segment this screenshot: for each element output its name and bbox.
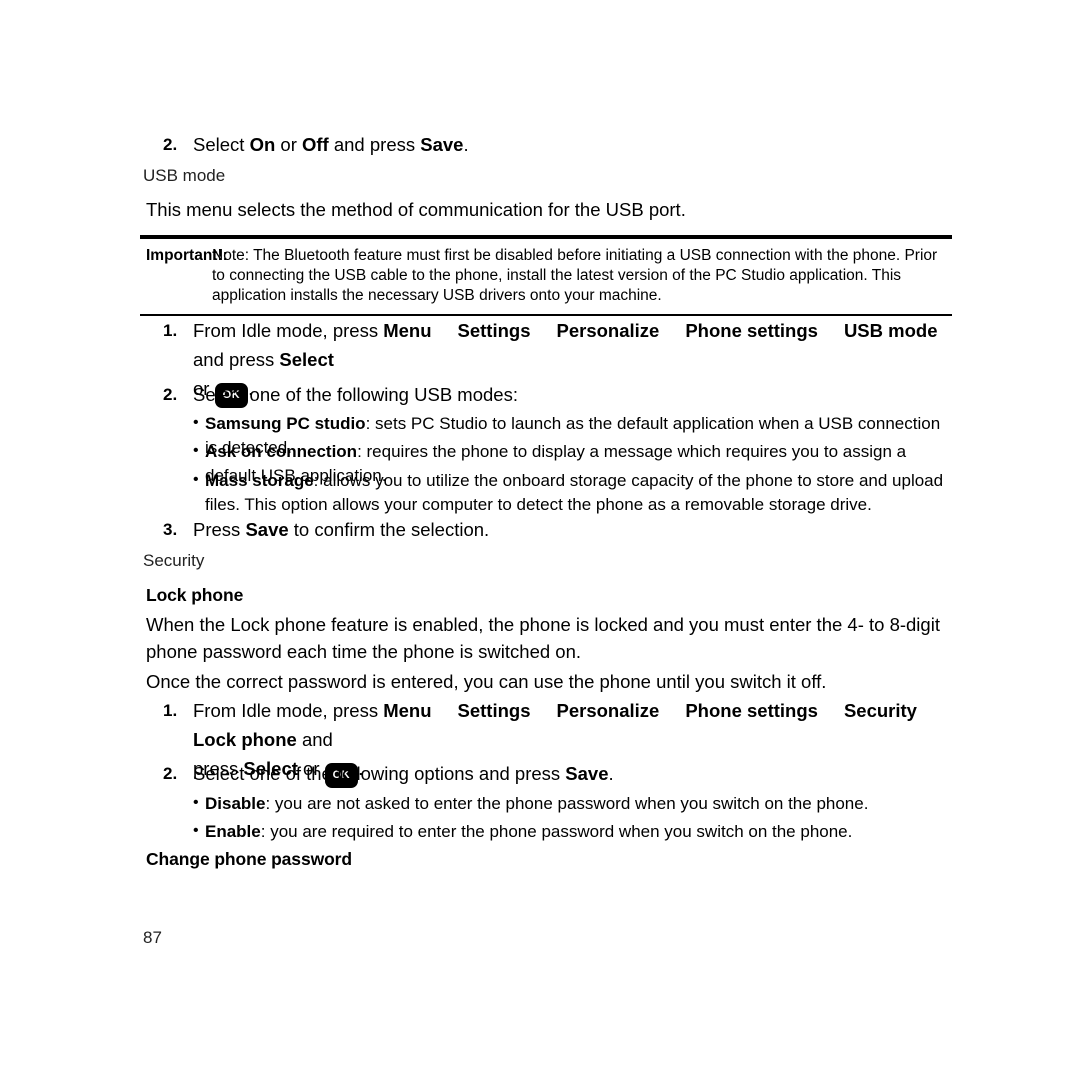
breadcrumb-personalize: Personalize — [556, 700, 660, 721]
document-page: 2. Select On or Off and press Save. USB … — [0, 0, 1080, 1080]
step-text: Select one of the following options and … — [193, 763, 614, 784]
breadcrumb-phone-settings: Phone settings — [685, 700, 818, 721]
option-name-disable: Disable — [205, 794, 266, 813]
breadcrumb-phone-settings: Phone settings — [685, 320, 818, 341]
step-text-mid2: and press — [328, 134, 421, 155]
breadcrumb-lock-phone: Lock phone — [193, 729, 297, 750]
option-description: : you are not asked to enter the phone p… — [265, 794, 869, 813]
breadcrumb-security: Security — [843, 700, 917, 721]
step-text: Select one of the following USB modes: — [193, 384, 518, 405]
step-number: 2. — [163, 385, 178, 404]
bold-off: Off — [302, 134, 329, 155]
breadcrumb-personalize: Personalize — [556, 320, 660, 341]
step-select-usb-mode: 2. Select one of the following USB modes… — [0, 380, 1080, 409]
breadcrumb-menu: Menu — [383, 320, 432, 341]
mode-name-samsung-pc-studio: Samsung PC studio — [205, 414, 366, 433]
step-select-option-save: 2. Select one of the following options a… — [0, 759, 1080, 788]
list-item: • Enable: you are required to enter the … — [0, 820, 1080, 844]
mode-name-mass-storage: Mass storage — [205, 471, 314, 490]
bullet-icon: • — [193, 471, 199, 488]
bold-save: Save — [420, 134, 464, 155]
lock-phone-paragraph-1: When the Lock phone feature is enabled, … — [146, 614, 940, 662]
step-text-pre: Select — [193, 134, 250, 155]
subsection-label-security: Security — [143, 551, 205, 570]
bullet-icon: • — [193, 442, 199, 459]
step-after-crumbs: and — [296, 729, 333, 750]
important-note-box: Important!: Note: The Bluetooth feature … — [140, 235, 952, 316]
breadcrumb-settings: Settings — [457, 320, 531, 341]
step-press-save: 3. Press Save to confirm the selection. — [0, 515, 1080, 544]
step-text: Select On or Off and press Save. — [193, 134, 469, 155]
note-body: Note: The Bluetooth feature must first b… — [212, 247, 938, 304]
step-text: Press Save to confirm the selection. — [193, 519, 489, 540]
breadcrumb-menu: Menu — [383, 700, 432, 721]
step-text-pre: Press — [193, 519, 246, 540]
step-lead-text: From Idle mode, press — [193, 320, 384, 341]
step-lead-text: From Idle mode, press — [193, 700, 384, 721]
step-text-post: to confirm the selection. — [288, 519, 490, 540]
page-number: 87 — [143, 928, 162, 947]
subsection-label-usb-mode: USB mode — [143, 166, 226, 185]
heading-lock-phone: Lock phone — [146, 585, 244, 605]
step-after-crumbs: and press — [193, 349, 280, 370]
step-number: 2. — [163, 135, 178, 154]
heading-change-phone-password: Change phone password — [146, 849, 352, 869]
list-item: • Disable: you are not asked to enter th… — [0, 792, 1080, 816]
step-number: 1. — [163, 701, 178, 720]
bold-on: On — [249, 134, 276, 155]
breadcrumb-usb-mode: USB mode — [843, 320, 938, 341]
bold-select: Select — [279, 349, 334, 370]
mode-name-ask-on-connection: Ask on connection — [205, 442, 358, 461]
note-content: Important!: Note: The Bluetooth feature … — [140, 239, 952, 314]
lock-phone-paragraph-2: Once the correct password is entered, yo… — [146, 671, 827, 692]
bullet-icon: • — [193, 794, 199, 811]
note-label: Important!: — [146, 247, 228, 264]
step-text-post: . — [608, 763, 614, 784]
step-number: 3. — [163, 520, 178, 539]
list-item: • Mass storage: allows you to utilize th… — [0, 469, 1080, 517]
option-description: : you are required to enter the phone pa… — [260, 822, 853, 841]
step-text-end: . — [463, 134, 469, 155]
step-text-mid1: or — [275, 134, 302, 155]
step-number: 2. — [163, 764, 178, 783]
bold-save: Save — [565, 763, 609, 784]
step-select-on-off: 2. Select On or Off and press Save. — [0, 130, 1080, 159]
bold-save: Save — [245, 519, 289, 540]
bullet-icon: • — [193, 414, 199, 431]
usb-mode-intro-paragraph: This menu selects the method of communic… — [146, 199, 686, 220]
breadcrumb-settings: Settings — [457, 700, 531, 721]
step-text-pre: Select one of the following options and … — [193, 763, 566, 784]
step-number: 1. — [163, 321, 178, 340]
mode-description: : allows you to utilize the onboard stor… — [205, 471, 944, 514]
option-name-enable: Enable — [205, 822, 261, 841]
bullet-icon: • — [193, 822, 199, 839]
